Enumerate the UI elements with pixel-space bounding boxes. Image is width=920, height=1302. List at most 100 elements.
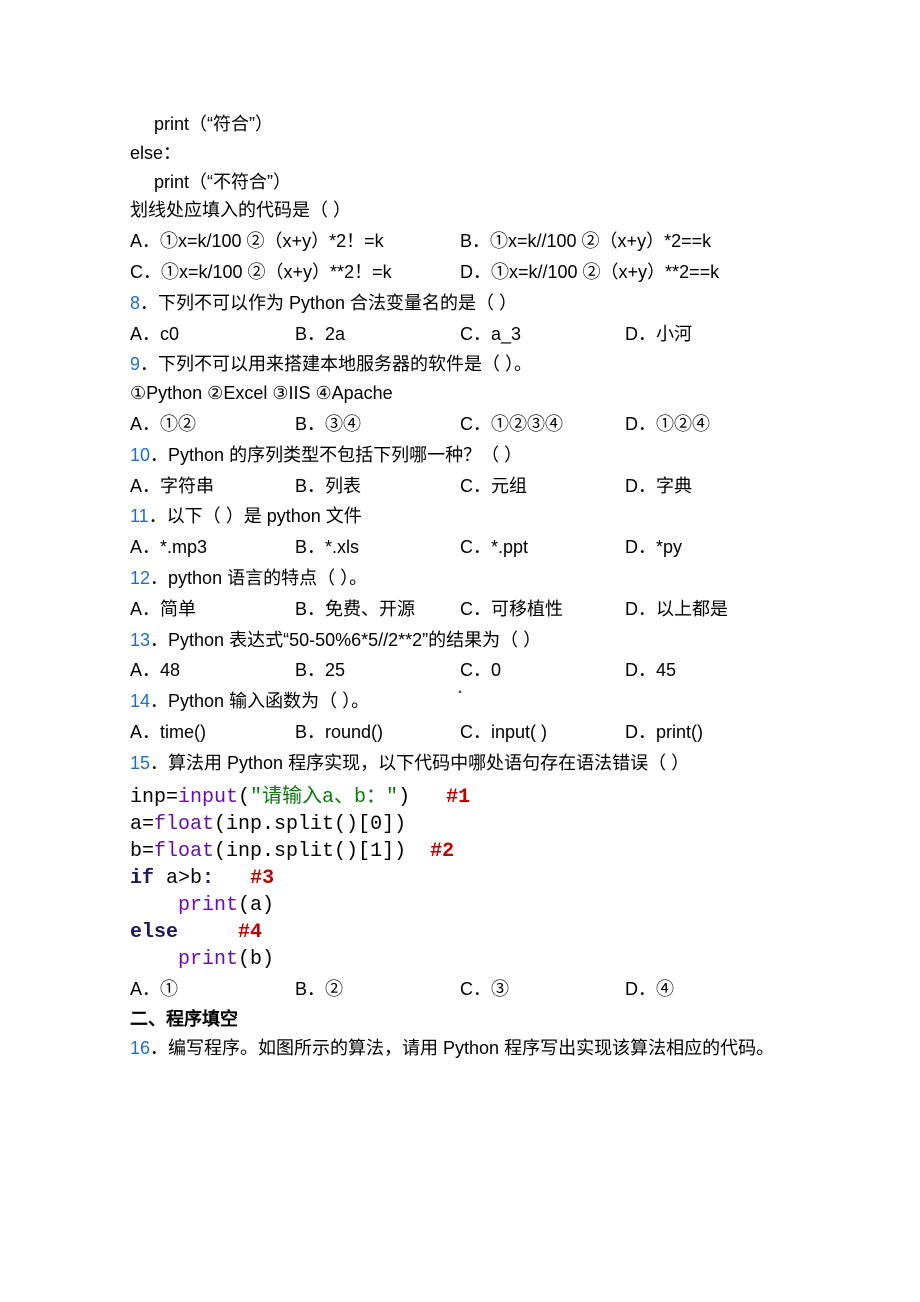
option-a: A．①② [130, 410, 295, 439]
code-line: else： [130, 139, 790, 168]
code-text: (inp.split()[ [214, 813, 370, 836]
option-c: C．①②③④ [460, 410, 625, 439]
code-text [178, 921, 238, 944]
code-fn: input [178, 786, 238, 809]
code-text: ( [238, 786, 250, 809]
section-title: 二、程序填空 [130, 1005, 790, 1034]
option-row: A．time() B．round() C．input( ) D．print() [130, 718, 790, 747]
code-text: a= [130, 813, 154, 836]
code-text: ]) [382, 840, 430, 863]
option-d: D．print() [625, 718, 790, 747]
option-b: B．①x=k//100 ②（x+y）*2==k [460, 227, 790, 256]
code-text: b= [130, 840, 154, 863]
question-text: ．Python 输入函数为（ ）。 [150, 691, 369, 711]
question-9: 9．下列不可以用来搭建本地服务器的软件是（ ）。 [130, 350, 790, 379]
question-12: 12．python 语言的特点（ ）。 [130, 564, 790, 593]
option-b: B．③④ [295, 410, 460, 439]
code-fn: float [154, 840, 214, 863]
option-a: A．①x=k/100 ②（x+y）*2！=k [130, 227, 460, 256]
option-d: D．①②④ [625, 410, 790, 439]
code-num: 1 [370, 840, 382, 863]
option-b: B．列表 [295, 472, 460, 501]
option-d: D．45 [625, 656, 790, 685]
center-mark-icon: ▪ [458, 685, 462, 701]
question-text: ．下列不可以用来搭建本地服务器的软件是（ ）。 [140, 354, 532, 374]
option-b: B．免费、开源 [295, 595, 460, 624]
question-number: 13 [130, 630, 150, 650]
code-fn: print [178, 894, 238, 917]
option-b: B．25 [295, 656, 460, 685]
question-number: 15 [130, 753, 150, 773]
code-comment: #1 [446, 786, 470, 809]
question-number: 12 [130, 568, 150, 588]
option-c: C．③ [460, 975, 625, 1004]
question-text: ．python 语言的特点（ ）。 [150, 568, 367, 588]
code-num: 0 [370, 813, 382, 836]
code-text [130, 948, 178, 971]
question-stem: 划线处应填入的代码是（ ） [130, 196, 790, 225]
option-row: A．① B．② C．③ D．④ [130, 975, 790, 1004]
question-number: 11 [130, 506, 149, 526]
option-a: A．简单 [130, 595, 295, 624]
option-c: C．a_3 [460, 320, 625, 349]
option-row: A．c0 B．2a C．a_3 D．小河 [130, 320, 790, 349]
question-13: 13．Python 表达式“50-50%6*5//2**2”的结果为（ ） [130, 626, 790, 655]
question-number: 10 [130, 445, 150, 465]
code-comment: #2 [430, 840, 454, 863]
option-b: B．round() [295, 718, 460, 747]
option-c: C．①x=k/100 ②（x+y）**2！=k [130, 258, 460, 287]
question-number: 9 [130, 354, 140, 374]
code-text: inp= [130, 786, 178, 809]
option-a: A．字符串 [130, 472, 295, 501]
option-row: C．①x=k/100 ②（x+y）**2！=k D．①x=k//100 ②（x+… [130, 258, 790, 287]
option-d: D．④ [625, 975, 790, 1004]
option-a: A．48 [130, 656, 295, 685]
question-text: ．下列不可以作为 Python 合法变量名的是（ ） [140, 293, 517, 313]
option-a: A．*.mp3 [130, 533, 295, 562]
question-10: 10．Python 的序列类型不包括下列哪一种？（ ） [130, 441, 790, 470]
option-a: A．① [130, 975, 295, 1004]
code-string: "请输入a、b：" [250, 786, 398, 809]
option-d: D．以上都是 [625, 595, 790, 624]
code-text: (b) [238, 948, 274, 971]
option-c: C．元组 [460, 472, 625, 501]
option-c: C．0 [460, 656, 625, 685]
code-text: (a) [238, 894, 274, 917]
question-text: ．Python 的序列类型不包括下列哪一种？（ ） [150, 445, 522, 465]
code-comment: #3 [250, 867, 274, 890]
code-text: ) [398, 786, 446, 809]
code-keyword: if [130, 867, 154, 890]
question-text: ．算法用 Python 程序实现，以下代码中哪处语句存在语法错误（ ） [150, 753, 689, 773]
page: print（“符合”） else： print（“不符合”） 划线处应填入的代码… [0, 0, 920, 1302]
code-keyword: else [130, 921, 178, 944]
option-c: C．可移植性 [460, 595, 625, 624]
option-row: A．①x=k/100 ②（x+y）*2！=k B．①x=k//100 ②（x+y… [130, 227, 790, 256]
code-text: (inp.split()[ [214, 840, 370, 863]
option-c: C．*.ppt [460, 533, 625, 562]
code-fn: float [154, 813, 214, 836]
code-text [130, 894, 178, 917]
code-text: a>b [154, 867, 202, 890]
option-d: D．字典 [625, 472, 790, 501]
option-row: A．*.mp3 B．*.xls C．*.ppt D．*py [130, 533, 790, 562]
option-row: A．简单 B．免费、开源 C．可移植性 D．以上都是 [130, 595, 790, 624]
option-c: C．input( ) [460, 718, 625, 747]
option-b: B．② [295, 975, 460, 1004]
question-14: ▪ 14．Python 输入函数为（ ）。 [130, 687, 790, 716]
question-text: ．编写程序。如图所示的算法，请用 Python 程序写出实现该算法相应的代码。 [150, 1038, 774, 1058]
question-16: 16．编写程序。如图所示的算法，请用 Python 程序写出实现该算法相应的代码… [130, 1034, 790, 1063]
code-colon: : [202, 867, 214, 890]
option-a: A．c0 [130, 320, 295, 349]
question-number: 8 [130, 293, 140, 313]
option-b: B．*.xls [295, 533, 460, 562]
question-11: 11．以下（ ）是 python 文件 [130, 502, 790, 531]
question-sub: ①Python ②Excel ③IIS ④Apache [130, 379, 790, 408]
option-row: A．①② B．③④ C．①②③④ D．①②④ [130, 410, 790, 439]
question-text: ．Python 表达式“50-50%6*5//2**2”的结果为（ ） [150, 630, 541, 650]
option-b: B．2a [295, 320, 460, 349]
question-15: 15．算法用 Python 程序实现，以下代码中哪处语句存在语法错误（ ） [130, 749, 790, 778]
question-8: 8．下列不可以作为 Python 合法变量名的是（ ） [130, 289, 790, 318]
code-comment: #4 [238, 921, 262, 944]
option-d: D．*py [625, 533, 790, 562]
option-d: D．小河 [625, 320, 790, 349]
